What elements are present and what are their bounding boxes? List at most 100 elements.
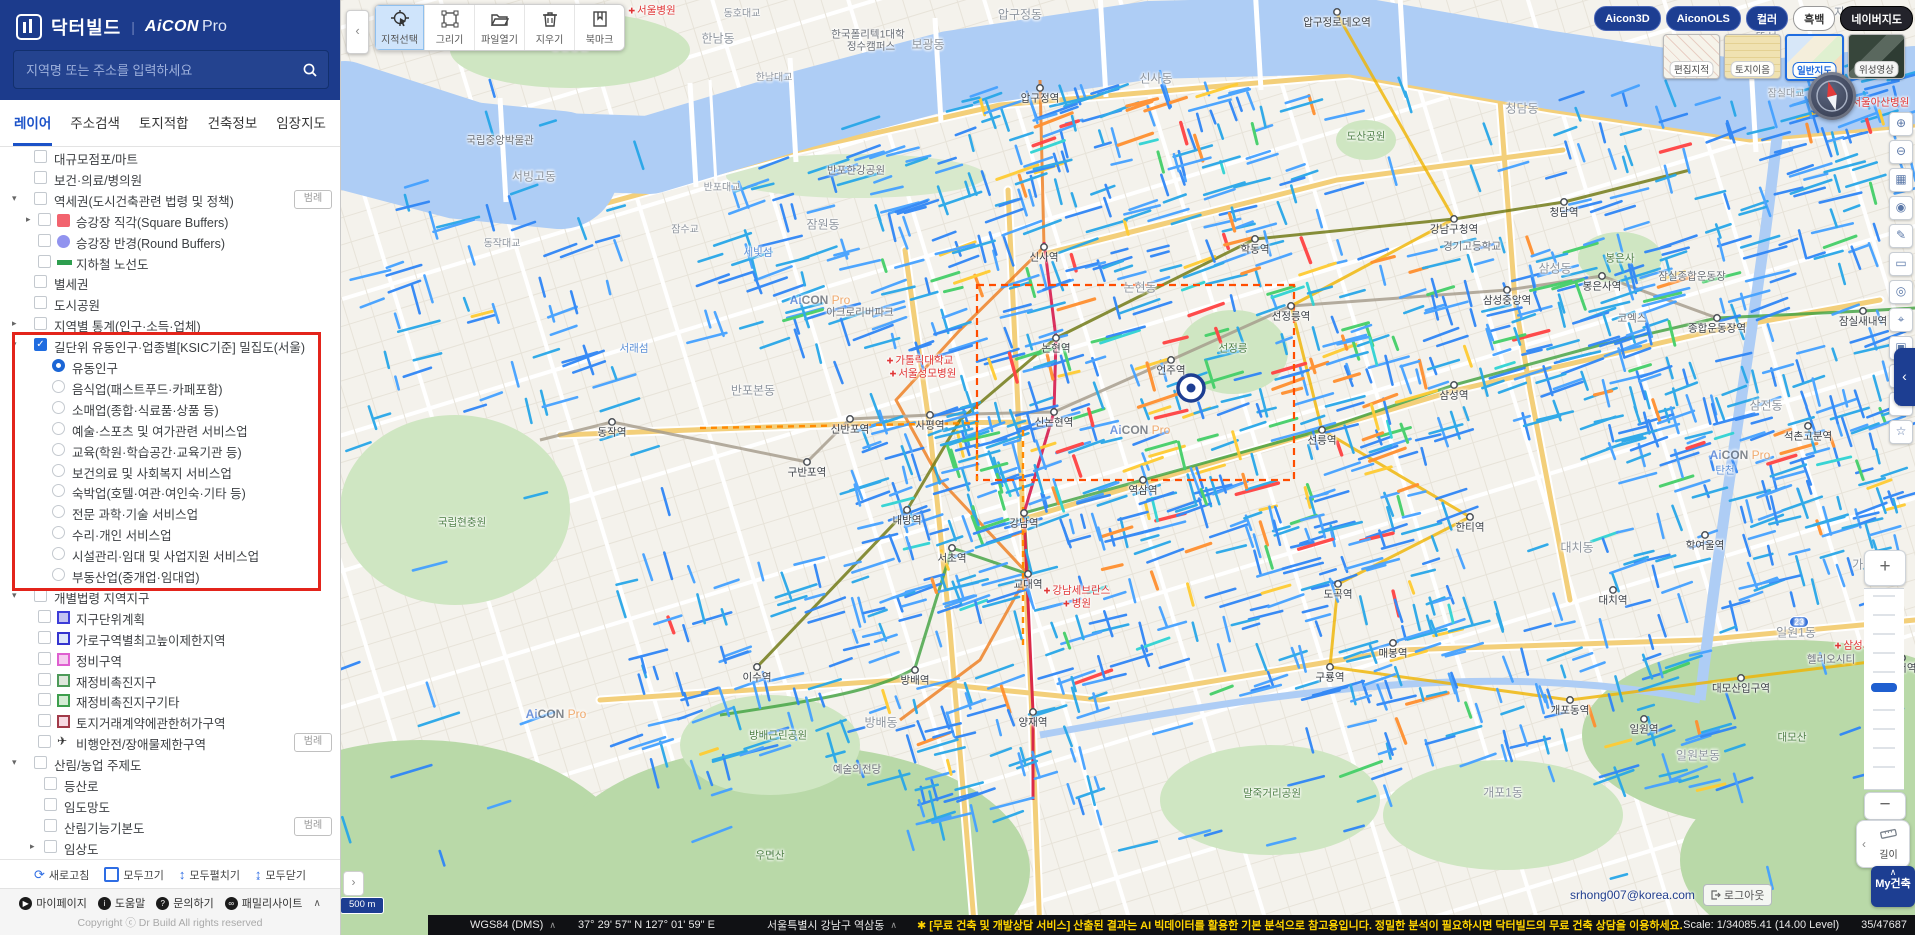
layer-tree-row[interactable]: 전문 과학·기술 서비스업	[0, 502, 340, 523]
layer-tree-row[interactable]: 숙박업(호텔·여관·여인숙·기타 등)	[0, 481, 340, 502]
checkbox-unchecked[interactable]	[38, 693, 51, 707]
map-toolbar-open-file[interactable]: 파일열기	[475, 5, 525, 50]
checkbox-unchecked[interactable]	[44, 797, 57, 811]
datum-caret-icon[interactable]: ∧	[549, 920, 556, 931]
search-icon[interactable]	[302, 62, 318, 78]
button-컬러[interactable]: 컬러	[1745, 6, 1789, 31]
checkbox-unchecked[interactable]	[34, 296, 47, 310]
chevron-down-icon[interactable]: ▾	[12, 590, 17, 601]
datum-selector[interactable]: WGS84 (DMS)	[470, 919, 543, 931]
layer-tree-row[interactable]: ▾ 산림/농업 주제도	[0, 753, 340, 774]
layer-tree-row[interactable]: 보건·의료/병의원	[0, 168, 340, 189]
layer-tree-row[interactable]: 임도망도	[0, 795, 340, 816]
layer-tree-row[interactable]: 지구단위계획	[0, 607, 340, 628]
map-tool-rect-select[interactable]: ▭	[1889, 252, 1913, 276]
checkbox-unchecked[interactable]	[38, 212, 51, 226]
checkbox-unchecked[interactable]	[38, 672, 51, 686]
checkbox-unchecked[interactable]	[38, 254, 51, 268]
collapse-all-button[interactable]: ↨ 모두닫기	[255, 867, 306, 883]
checkbox-unchecked[interactable]	[34, 150, 47, 163]
map-tool-draw[interactable]: ✎	[1889, 224, 1913, 248]
radio-unselected[interactable]	[52, 379, 65, 393]
checkbox-checked[interactable]: ✓	[34, 338, 47, 352]
layer-tree-row[interactable]: 부동산업(중개업·임대업)	[0, 565, 340, 586]
tab-building-info[interactable]: 건축정보	[207, 100, 259, 146]
layer-tree-row[interactable]: 가로구역별최고높이제한지역	[0, 628, 340, 649]
zoom-in-button[interactable]: +	[1864, 550, 1906, 586]
layer-tree-row[interactable]: 유동인구	[0, 356, 340, 377]
footer-link-link[interactable]: ∞ 패밀리사이트	[224, 895, 302, 911]
layer-tree-row[interactable]: 수리·개인 서비스업	[0, 523, 340, 544]
checkbox-unchecked[interactable]	[38, 609, 51, 623]
tab-layers[interactable]: 레이어	[13, 100, 53, 146]
checkbox-unchecked[interactable]	[38, 714, 51, 728]
layer-tree-row[interactable]: 토지거래계약에관한허가구역	[0, 711, 340, 732]
layer-tree-row[interactable]: 산림기능기본도 범례	[0, 816, 340, 837]
right-panel-collapse-tab[interactable]: ‹	[1894, 348, 1915, 406]
zoom-slider-handle[interactable]	[1871, 683, 1897, 692]
layer-tree-row[interactable]: 재정비촉진지구	[0, 670, 340, 691]
bottom-expand-button[interactable]: ›	[343, 871, 364, 896]
footer-link-info[interactable]: i 도움말	[97, 895, 145, 911]
layer-tree-row[interactable]: 소매업(종합·식료품·상품 등)	[0, 398, 340, 419]
checkbox-unchecked[interactable]	[34, 317, 47, 331]
map-tool-radius[interactable]: ◎	[1889, 280, 1913, 304]
checkbox-unchecked[interactable]	[38, 651, 51, 665]
checkbox-unchecked[interactable]	[38, 630, 51, 644]
layer-tree-row[interactable]: 교육(학원·학습공간·교육기관 등)	[0, 440, 340, 461]
button-네이버지도[interactable]: 네이버지도	[1840, 6, 1913, 31]
checkbox-unchecked[interactable]	[34, 170, 47, 184]
checkbox-button[interactable]: 모두끄기	[104, 867, 164, 883]
checkbox-unchecked[interactable]	[44, 777, 57, 790]
layer-tree-row[interactable]: ▸ 승강장 직각(Square Buffers)	[0, 210, 340, 231]
layer-tree-row[interactable]: 대규모점포/마트	[0, 147, 340, 168]
footer-collapse-icon[interactable]: ∧	[313, 898, 320, 909]
layer-tree-row[interactable]: ▾ 역세권(도시건축관련 법령 및 정책) 범례	[0, 189, 340, 210]
radio-unselected[interactable]	[52, 421, 65, 435]
sidebar-collapse-button[interactable]: ‹	[346, 10, 369, 54]
layer-tree-row[interactable]: ▸ 지역별 통계(인구·소득·업체)	[0, 314, 340, 335]
map-tool-roadview[interactable]: ◉	[1889, 196, 1913, 220]
measure-collapse-icon[interactable]: ‹	[1857, 837, 1868, 851]
map-area[interactable]: 동호대교압구정동압구정로데오역자양3동잠실4동뚝섬서울병원한남동용산공원한국폴리…	[340, 0, 1915, 935]
base-layer-1[interactable]: 토지이음	[1724, 34, 1781, 79]
chevron-down-icon[interactable]: ▾	[12, 193, 17, 204]
chevron-down-icon[interactable]: ▾	[12, 757, 17, 768]
map-tool-favorite[interactable]: ☆	[1889, 420, 1913, 444]
checkbox-unchecked[interactable]	[44, 818, 57, 832]
radio-selected[interactable]	[52, 359, 65, 372]
measure-length-button[interactable]: 길이	[1868, 827, 1909, 861]
checkbox-unchecked[interactable]	[34, 275, 47, 289]
radio-unselected[interactable]	[52, 442, 65, 456]
radio-unselected[interactable]	[52, 547, 65, 561]
layer-tree-row[interactable]: ✈ 비행안전/장애물제한구역 범례	[0, 732, 340, 753]
current-region[interactable]: 서울특별시 강남구 역삼동	[767, 917, 884, 933]
layer-tree-row[interactable]: ▸ 임상도	[0, 837, 340, 858]
layer-tree-row[interactable]: 지하철 노선도	[0, 252, 340, 273]
chevron-down-icon[interactable]: ▾	[12, 339, 17, 350]
map-toolbar-draw-polygon[interactable]: 그리기	[425, 5, 475, 50]
legend-button[interactable]: 범례	[294, 189, 332, 209]
map-tool-zoom-in[interactable]: ⊕	[1889, 112, 1913, 136]
chevron-right-icon[interactable]: ▸	[26, 214, 31, 225]
radio-unselected[interactable]	[52, 400, 65, 414]
layer-tree-row[interactable]: 예술·스포츠 및 여가관련 서비스업	[0, 419, 340, 440]
layer-tree-row[interactable]: 정비구역	[0, 649, 340, 670]
radio-unselected[interactable]	[52, 484, 65, 498]
legend-button[interactable]: 범례	[294, 816, 332, 836]
layer-tree-row[interactable]: 도시공원	[0, 293, 340, 314]
layer-tree-row[interactable]: 재정비촉진지구기타	[0, 690, 340, 711]
refresh-button[interactable]: ⟳ 새로고침	[34, 867, 89, 883]
checkbox-unchecked[interactable]	[34, 588, 47, 602]
map-toolbar-erase-trash[interactable]: 지우기	[525, 5, 575, 50]
layer-tree-row[interactable]: 시설관리·임대 및 사업지원 서비스업	[0, 544, 340, 565]
button-흑백[interactable]: 흑백	[1793, 6, 1836, 31]
layer-tree-row[interactable]: 보건의료 및 사회복지 서비스업	[0, 461, 340, 482]
base-layer-3[interactable]: 위성영상	[1848, 34, 1905, 79]
layer-tree-row[interactable]: 별세권	[0, 272, 340, 293]
checkbox-unchecked[interactable]	[44, 839, 57, 853]
legend-button[interactable]: 범례	[294, 733, 332, 753]
footer-link-play[interactable]: ▶ 마이페이지	[19, 895, 87, 911]
my-build-button[interactable]: ∧ My건축	[1871, 866, 1915, 907]
logout-button[interactable]: 로그아웃	[1702, 884, 1773, 906]
